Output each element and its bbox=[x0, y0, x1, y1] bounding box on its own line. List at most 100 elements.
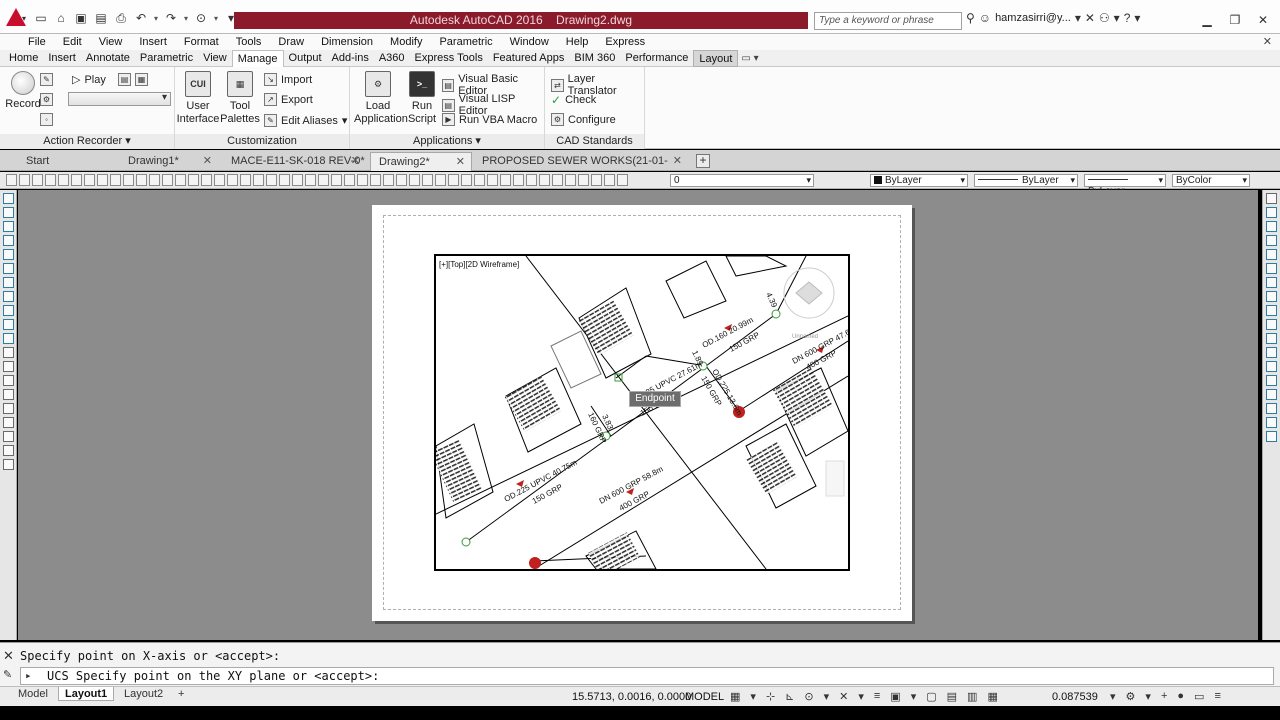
tab-home[interactable]: Home bbox=[4, 50, 43, 67]
toolbar-icon[interactable] bbox=[97, 174, 108, 186]
close-tab-icon[interactable]: ✕ bbox=[351, 152, 360, 171]
file-tab-drawing1[interactable]: Drawing1* ✕ bbox=[120, 152, 218, 171]
close-tab-icon[interactable]: ✕ bbox=[203, 152, 212, 171]
stretch-icon[interactable] bbox=[1266, 305, 1277, 316]
toolbar-icon[interactable] bbox=[552, 174, 563, 186]
gear-icon[interactable]: ⚙ bbox=[1126, 690, 1136, 703]
explode-icon[interactable] bbox=[1266, 431, 1277, 442]
check-button[interactable]: ✓ Check bbox=[551, 93, 596, 107]
toolbar-icon[interactable] bbox=[123, 174, 134, 186]
model-tab[interactable]: Model bbox=[12, 687, 54, 701]
chevron-down-icon[interactable]: ▾ bbox=[1110, 690, 1116, 703]
snap-icon[interactable]: ⊹ bbox=[766, 690, 775, 703]
toolbar-icon[interactable] bbox=[331, 174, 342, 186]
erase-icon[interactable] bbox=[1266, 193, 1277, 204]
request-input-icon[interactable]: ⚙ bbox=[40, 93, 53, 106]
toolbar-icon[interactable] bbox=[58, 174, 69, 186]
toolbar-icon[interactable] bbox=[214, 174, 225, 186]
base-point-icon[interactable]: ◦ bbox=[40, 113, 53, 126]
macro-list-dropdown[interactable] bbox=[68, 92, 171, 106]
chevron-down-icon[interactable]: ▾ bbox=[1134, 11, 1140, 25]
tab-insert[interactable]: Insert bbox=[43, 50, 81, 67]
revcloud-icon[interactable] bbox=[2, 291, 14, 302]
toolbar-icon[interactable] bbox=[175, 174, 186, 186]
file-tab-proposed-sewer-works[interactable]: PROPOSED SEWER WORKS(21-01-2015)*✕ bbox=[474, 152, 688, 186]
tab-view[interactable]: View bbox=[198, 50, 232, 67]
toolbar-icon[interactable] bbox=[136, 174, 147, 186]
construction-line-icon[interactable] bbox=[2, 207, 14, 218]
toolbar-icon[interactable] bbox=[383, 174, 394, 186]
polar-icon[interactable]: ⊙ bbox=[804, 690, 813, 703]
toolbar-icon[interactable] bbox=[396, 174, 407, 186]
tab-manage[interactable]: Manage bbox=[231, 49, 284, 67]
region-icon[interactable] bbox=[2, 417, 14, 428]
toolbar-icon[interactable] bbox=[370, 174, 381, 186]
minimize-icon[interactable]: ▁ bbox=[1194, 11, 1220, 29]
move-icon[interactable] bbox=[1266, 263, 1277, 274]
tab-add-ins[interactable]: Add-ins bbox=[327, 50, 374, 67]
edit-aliases-button[interactable]: ✎ Edit Aliases ▾ bbox=[264, 114, 347, 127]
toolbar-icon[interactable] bbox=[448, 174, 459, 186]
restore-icon[interactable]: ❐ bbox=[1222, 11, 1248, 29]
rectangle-icon[interactable] bbox=[2, 249, 14, 260]
toolbar-icon[interactable] bbox=[32, 174, 43, 186]
toolbar-icon[interactable] bbox=[409, 174, 420, 186]
preferences-icon[interactable]: ▤ bbox=[118, 73, 131, 86]
play-button[interactable]: ▷ Play bbox=[72, 73, 106, 87]
close-icon[interactable]: ✕ bbox=[3, 648, 14, 664]
toolbar-icon[interactable] bbox=[344, 174, 355, 186]
hatch-icon[interactable] bbox=[2, 389, 14, 400]
insert-message-icon[interactable]: ✎ bbox=[40, 73, 53, 86]
selection-cycling-icon[interactable]: ▢ bbox=[926, 690, 936, 703]
mirror-icon[interactable] bbox=[1266, 221, 1277, 232]
menu-help[interactable]: Help bbox=[566, 36, 589, 48]
viewcube[interactable] bbox=[783, 267, 835, 319]
menu-file[interactable]: File bbox=[28, 36, 46, 48]
toolbar-icon[interactable] bbox=[305, 174, 316, 186]
circle-icon[interactable] bbox=[2, 277, 14, 288]
viewport-controls-label[interactable]: [+][Top][2D Wireframe] bbox=[439, 260, 519, 269]
menu-tools[interactable]: Tools bbox=[236, 36, 262, 48]
ellipse-arc-icon[interactable] bbox=[2, 333, 14, 344]
tab-featured-apps[interactable]: Featured Apps bbox=[488, 50, 570, 67]
add-layout-icon[interactable]: + bbox=[172, 687, 190, 701]
tab-bim-360[interactable]: BIM 360 bbox=[569, 50, 620, 67]
toolbar-icon[interactable] bbox=[565, 174, 576, 186]
application-menu-button[interactable]: ▾ bbox=[0, 0, 32, 34]
toolbar-icon[interactable] bbox=[461, 174, 472, 186]
plus-icon[interactable]: + bbox=[1161, 690, 1167, 703]
toolbar-icon[interactable] bbox=[84, 174, 95, 186]
annotation-icon[interactable]: ▤ bbox=[947, 690, 957, 703]
isolate-objects-icon[interactable]: ● bbox=[1177, 690, 1184, 703]
print-icon[interactable]: ⎙ bbox=[112, 10, 130, 26]
chevron-down-icon[interactable]: ▾ bbox=[911, 690, 917, 703]
user-interface-button[interactable]: CUI User Interface bbox=[175, 71, 221, 126]
manage-macros-icon[interactable]: ▦ bbox=[135, 73, 148, 86]
toolbar-icon[interactable] bbox=[422, 174, 433, 186]
coordinates-readout[interactable]: 15.5713, 0.0016, 0.0000 bbox=[572, 691, 691, 703]
tab-express-tools[interactable]: Express Tools bbox=[410, 50, 488, 67]
close-tab-icon[interactable]: ✕ bbox=[673, 152, 682, 171]
load-application-button[interactable]: ⚙ Load Application bbox=[354, 71, 408, 126]
array-icon[interactable] bbox=[1266, 249, 1277, 260]
toolbar-icon[interactable] bbox=[513, 174, 524, 186]
toolbar-icon[interactable] bbox=[487, 174, 498, 186]
toolbar-icon[interactable] bbox=[45, 174, 56, 186]
break-icon[interactable] bbox=[1266, 361, 1277, 372]
toolbar-icon[interactable] bbox=[500, 174, 511, 186]
table-icon[interactable] bbox=[2, 431, 14, 442]
arc-icon[interactable] bbox=[2, 263, 14, 274]
osnap-icon[interactable]: ✕ bbox=[839, 690, 848, 703]
configure-button[interactable]: ⚙ Configure bbox=[551, 113, 616, 126]
run-script-button[interactable]: >_ Run Script bbox=[402, 71, 442, 126]
linetype-dropdown[interactable]: ByLayer bbox=[974, 174, 1078, 187]
undo-icon[interactable]: ↶ bbox=[132, 10, 150, 26]
chevron-down-icon[interactable]: ▾ bbox=[1145, 690, 1151, 703]
toolbar-icon[interactable] bbox=[6, 174, 17, 186]
run-vba-macro-button[interactable]: ▶ Run VBA Macro bbox=[442, 113, 537, 126]
viewport-scale[interactable]: 0.087539 bbox=[1052, 691, 1098, 703]
save-as-icon[interactable]: ▤ bbox=[92, 10, 110, 26]
new-icon[interactable]: ▭ bbox=[32, 10, 50, 26]
transparency-icon[interactable]: ▣ bbox=[890, 690, 900, 703]
toolbar-icon[interactable] bbox=[19, 174, 30, 186]
